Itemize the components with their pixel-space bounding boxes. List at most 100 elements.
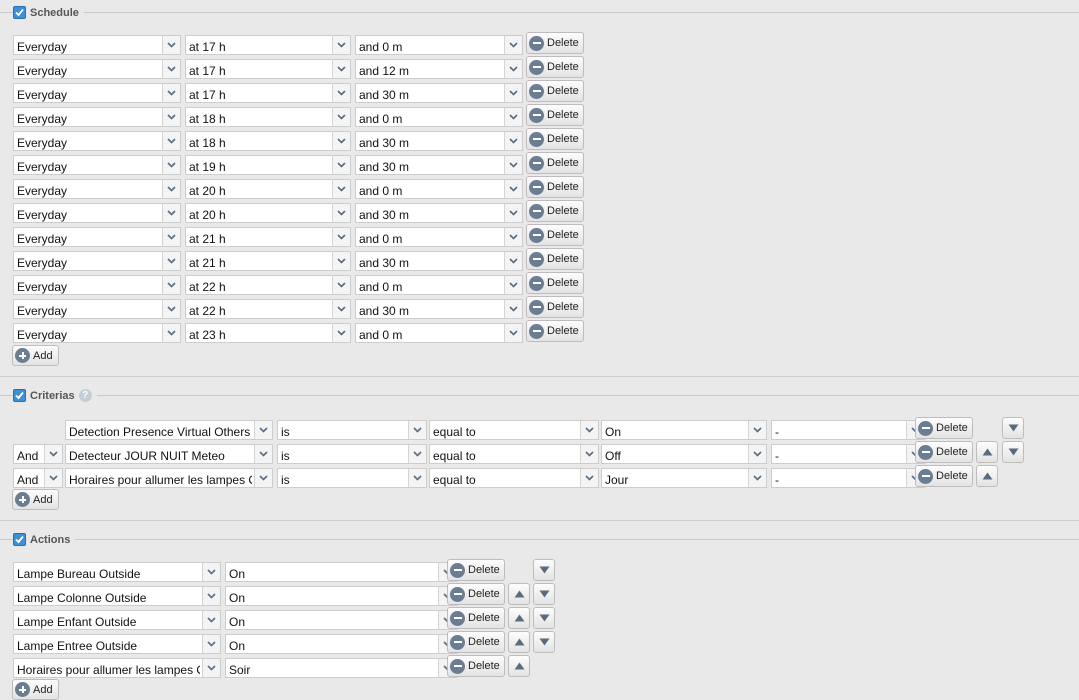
move-up-button[interactable] [508,655,530,677]
delete-button[interactable]: Delete [526,32,584,54]
minute-select[interactable]: and 30 m [355,83,523,103]
move-up-button[interactable] [976,441,998,463]
minute-select[interactable]: and 30 m [355,299,523,319]
delete-button[interactable]: Delete [447,607,505,629]
action-value-select[interactable]: On [225,562,457,582]
move-up-button[interactable] [508,607,530,629]
delete-button[interactable]: Delete [526,56,584,78]
hour-select[interactable]: at 17 h [185,83,351,103]
hour-select[interactable]: at 17 h [185,35,351,55]
hour-select[interactable]: at 18 h [185,107,351,127]
action-value-select[interactable]: Soir [225,658,457,678]
move-up-button[interactable] [976,465,998,487]
delete-button[interactable]: Delete [526,80,584,102]
delete-button[interactable]: Delete [447,655,505,677]
delete-button[interactable]: Delete [915,417,973,439]
hour-select[interactable]: at 19 h [185,155,351,175]
day-select[interactable]: Everyday [13,227,181,247]
day-select[interactable]: Everyday [13,131,181,151]
day-select[interactable]: Everyday [13,203,181,223]
action-device-select[interactable]: Lampe Bureau Outside [13,562,221,582]
delete-button[interactable]: Delete [526,224,584,246]
delete-button[interactable]: Delete [526,152,584,174]
minute-select[interactable]: and 0 m [355,35,523,55]
criterias-checkbox[interactable] [13,389,26,402]
hour-select[interactable]: at 21 h [185,251,351,271]
device-select[interactable]: Horaires pour allumer les lampes O [65,468,273,488]
delete-button[interactable]: Delete [526,104,584,126]
delete-button[interactable]: Delete [447,583,505,605]
minute-select[interactable]: and 30 m [355,251,523,271]
action-value-select[interactable]: On [225,610,457,630]
hour-select[interactable]: at 17 h [185,59,351,79]
delete-button[interactable]: Delete [526,320,584,342]
device-select[interactable]: Detecteur JOUR NUIT Meteo [65,444,273,464]
delete-button[interactable]: Delete [526,296,584,318]
action-device-select[interactable]: Lampe Colonne Outside [13,586,221,606]
delete-button[interactable]: Delete [915,441,973,463]
day-select[interactable]: Everyday [13,323,181,343]
day-select[interactable]: Everyday [13,179,181,199]
delete-button[interactable]: Delete [526,272,584,294]
hour-select[interactable]: at 23 h [185,323,351,343]
day-select[interactable]: Everyday [13,275,181,295]
schedule-add-button[interactable]: Add [12,345,59,366]
minute-select[interactable]: and 30 m [355,131,523,151]
hour-select[interactable]: at 22 h [185,275,351,295]
actions-add-button[interactable]: Add [12,679,59,700]
minute-select[interactable]: and 12 m [355,59,523,79]
delete-button[interactable]: Delete [447,631,505,653]
hour-select[interactable]: at 20 h [185,203,351,223]
hour-select[interactable]: at 22 h [185,299,351,319]
move-down-button[interactable] [533,607,555,629]
action-device-select[interactable]: Horaires pour allumer les lampes O [13,658,221,678]
operator-select[interactable]: equal to [429,468,599,488]
conjunction-select[interactable]: And [13,468,63,488]
day-select[interactable]: Everyday [13,251,181,271]
day-select[interactable]: Everyday [13,155,181,175]
day-select[interactable]: Everyday [13,107,181,127]
actions-checkbox[interactable] [13,533,26,546]
minute-select[interactable]: and 0 m [355,107,523,127]
verb-select[interactable]: is [277,444,427,464]
action-value-select[interactable]: On [225,634,457,654]
delete-button[interactable]: Delete [526,176,584,198]
delete-button[interactable]: Delete [447,559,505,581]
minute-select[interactable]: and 30 m [355,155,523,175]
delete-button[interactable]: Delete [915,465,973,487]
hour-select[interactable]: at 20 h [185,179,351,199]
day-select[interactable]: Everyday [13,35,181,55]
move-up-button[interactable] [508,583,530,605]
hour-select[interactable]: at 21 h [185,227,351,247]
verb-select[interactable]: is [277,468,427,488]
action-device-select[interactable]: Lampe Enfant Outside [13,610,221,630]
delete-button[interactable]: Delete [526,128,584,150]
criterias-add-button[interactable]: Add [12,489,59,510]
move-down-button[interactable] [1002,441,1024,463]
value-select[interactable]: Jour [601,468,767,488]
action-value-select[interactable]: On [225,586,457,606]
value-select[interactable]: Off [601,444,767,464]
minute-select[interactable]: and 0 m [355,323,523,343]
extra-select[interactable]: - [771,420,925,440]
delete-button[interactable]: Delete [526,200,584,222]
minute-select[interactable]: and 0 m [355,275,523,295]
day-select[interactable]: Everyday [13,299,181,319]
move-down-button[interactable] [533,631,555,653]
device-select[interactable]: Detection Presence Virtual Others [65,420,273,440]
value-select[interactable]: On [601,420,767,440]
operator-select[interactable]: equal to [429,420,599,440]
operator-select[interactable]: equal to [429,444,599,464]
minute-select[interactable]: and 0 m [355,227,523,247]
delete-button[interactable]: Delete [526,248,584,270]
conjunction-select[interactable]: And [13,444,63,464]
action-device-select[interactable]: Lampe Entree Outside [13,634,221,654]
extra-select[interactable]: - [771,468,925,488]
day-select[interactable]: Everyday [13,59,181,79]
move-up-button[interactable] [508,631,530,653]
hour-select[interactable]: at 18 h [185,131,351,151]
schedule-checkbox[interactable] [13,6,26,19]
move-down-button[interactable] [533,559,555,581]
question-icon[interactable]: ? [78,389,92,402]
move-down-button[interactable] [533,583,555,605]
